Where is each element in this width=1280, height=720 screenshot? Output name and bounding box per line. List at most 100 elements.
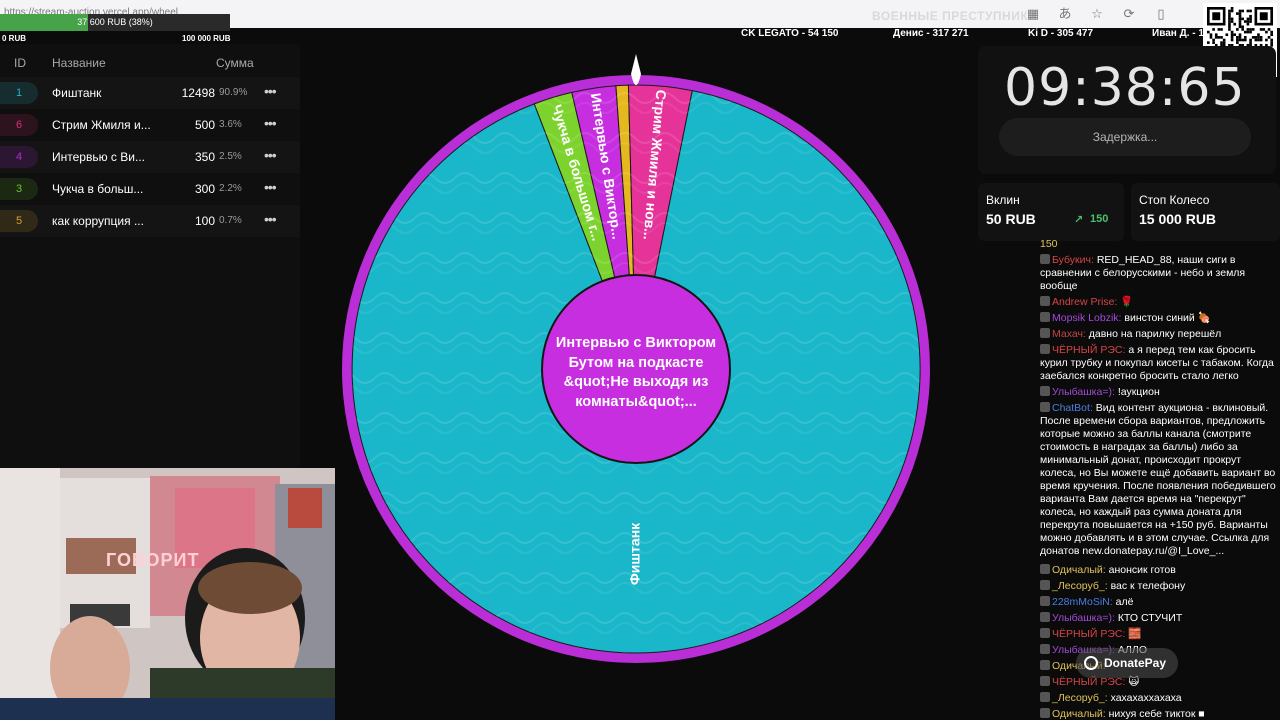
lot-id-badge: 6: [0, 114, 38, 136]
user-badge-icon: [1040, 564, 1050, 574]
chat-message: 150: [1040, 238, 1276, 251]
chat-text: давно на парилку перешёл: [1088, 328, 1222, 340]
progress-label: 37 600 RUB (38%): [77, 17, 153, 27]
user-badge-icon: [1040, 328, 1050, 338]
chat-text: вас к телефону: [1110, 580, 1186, 592]
lot-name: Стрим Жмиля и...: [52, 118, 151, 132]
bookmark-star-icon[interactable]: ☆: [1088, 5, 1106, 23]
lot-sum: 100: [194, 214, 215, 228]
lot-name: Чукча в больш...: [52, 182, 144, 196]
progress-max-label: 100 000 RUB: [182, 34, 231, 43]
more-options-icon[interactable]: •••: [264, 211, 277, 227]
chat-username[interactable]: Одичалый:: [1052, 564, 1109, 576]
lot-id-badge: 4: [0, 146, 38, 168]
chat-message: Бубукич: RED_HEAD_88, наши сиги в сравне…: [1040, 254, 1276, 293]
chat-text: винстон синий 🍖: [1124, 312, 1211, 324]
table-row[interactable]: 4 Интервью с Ви... 350 2.5% •••: [0, 141, 300, 173]
chat-text: !аукцион: [1117, 386, 1160, 398]
chat-username[interactable]: Улыбашка=):: [1052, 386, 1118, 398]
chat-username[interactable]: Одичалый:: [1052, 708, 1109, 720]
webcam-image: [0, 468, 335, 720]
donatepay-icon: [1084, 656, 1098, 670]
table-row[interactable]: 6 Стрим Жмиля и... 500 3.6% •••: [0, 109, 300, 141]
lot-sum: 300: [194, 182, 215, 196]
stop-wheel-value: 15 000 RUB: [1139, 211, 1217, 227]
lot-name: Интервью с Ви...: [52, 150, 145, 164]
chat-username[interactable]: Махач:: [1052, 328, 1089, 340]
table-row[interactable]: 3 Чукча в больш... 300 2.2% •••: [0, 173, 300, 205]
wheel-center-text: Интервью с Виктором Бутом на подкасте &q…: [555, 335, 717, 410]
chat-text: Вид контент аукциона - вклиновый. После …: [1040, 402, 1276, 557]
lot-id-badge: 3: [0, 178, 38, 200]
col-header-id: ID: [14, 56, 26, 70]
lot-sum: 500: [194, 118, 215, 132]
top-donor-4: Иван Д. - 1: [1152, 28, 1204, 39]
webcam-feed: [0, 468, 335, 720]
translate-icon[interactable]: あ: [1056, 5, 1074, 23]
lot-name: как коррупция ...: [52, 214, 144, 228]
chat-username[interactable]: _Лесоруб_:: [1052, 692, 1111, 704]
chat-message: Одичалый: нихуя себе тикток ■: [1040, 708, 1276, 720]
chat-message: Одичалый: анонсик готов: [1040, 564, 1276, 577]
trend-up-icon: ↗: [1074, 214, 1084, 226]
user-badge-icon: [1040, 344, 1050, 354]
user-badge-icon: [1040, 644, 1050, 654]
chat-username[interactable]: ChatBot:: [1052, 402, 1096, 414]
user-badge-icon: [1040, 708, 1050, 718]
chat-text: 🧱: [1128, 628, 1142, 640]
lot-percent: 2.5%: [219, 151, 242, 162]
chat-username[interactable]: Улыбашка=):: [1052, 612, 1118, 624]
chat-username[interactable]: ЧЁРНЫЙ РЭС:: [1052, 344, 1128, 356]
table-row[interactable]: 5 как коррупция ... 100 0.7% •••: [0, 205, 300, 237]
chat-username[interactable]: Mopsik Lobzik:: [1052, 312, 1124, 324]
more-options-icon[interactable]: •••: [264, 179, 277, 195]
lot-percent: 90.9%: [219, 87, 248, 98]
chat-message: ChatBot: Вид контент аукциона - вклиновы…: [1040, 402, 1276, 558]
chat-message: ЧЁРНЫЙ РЭС: 🧱: [1040, 628, 1276, 641]
prize-wheel[interactable]: Чукча в большом г...Интервью с Виктор...…: [335, 38, 975, 670]
bet-label: Вклин: [986, 193, 1020, 207]
more-options-icon[interactable]: •••: [264, 83, 277, 99]
lot-percent: 3.6%: [219, 119, 242, 130]
tab-grid-icon[interactable]: ▦: [1024, 5, 1042, 23]
auction-timer: 09:38:65: [1004, 58, 1246, 118]
chat-text: хахахаххахаха: [1110, 692, 1182, 704]
col-header-name: Название: [52, 56, 106, 70]
chat-username[interactable]: 228mMoSiN:: [1052, 596, 1116, 608]
delay-button[interactable]: Задержка...: [999, 118, 1251, 156]
top-donor-3: Ki D - 305 477: [1028, 28, 1094, 39]
chat-username[interactable]: Andrew Prise:: [1052, 296, 1120, 308]
chat-username[interactable]: Бубукич:: [1052, 254, 1097, 266]
browser-actions: ▦ あ ☆ ⟳ ▯: [1024, 5, 1170, 23]
lot-percent: 0.7%: [219, 215, 242, 226]
chat-username[interactable]: _Лесоруб_:: [1052, 580, 1111, 592]
extension-icon[interactable]: ⟳: [1120, 5, 1138, 23]
chat-text: нихуя себе тикток ■: [1108, 708, 1205, 720]
user-badge-icon: [1040, 312, 1050, 322]
chat-message: Махач: давно на парилку перешёл: [1040, 328, 1276, 341]
more-options-icon[interactable]: •••: [264, 147, 277, 163]
user-badge-icon: [1040, 596, 1050, 606]
lot-sum: 12498: [181, 86, 215, 100]
chat-text: 🌹: [1120, 296, 1134, 308]
chat-text: алё: [1115, 596, 1134, 608]
chat-username[interactable]: ЧЁРНЫЙ РЭС:: [1052, 628, 1128, 640]
chat-message: Mopsik Lobzik: винстон синий 🍖: [1040, 312, 1276, 325]
user-badge-icon: [1040, 660, 1050, 670]
progress-min-label: 0 RUB: [2, 34, 27, 43]
chat-message: Улыбашка=): !аукцион: [1040, 386, 1276, 399]
user-badge-icon: [1040, 402, 1050, 412]
chat-message: 228mMoSiN: алё: [1040, 596, 1276, 609]
donatepay-badge[interactable]: DonatePay: [1076, 648, 1178, 678]
more-options-icon[interactable]: •••: [264, 115, 277, 131]
lots-table: ID Название Сумма 1 Фиштанк 12498 90.9% …: [0, 44, 300, 474]
user-badge-icon: [1040, 296, 1050, 306]
col-header-sum: Сумма: [216, 56, 254, 70]
lot-sum: 350: [194, 150, 215, 164]
page-title: ВОЕННЫЕ ПРЕСТУПНИКИ: [872, 9, 1038, 23]
chat-text: КТО СТУЧИТ: [1117, 612, 1183, 624]
sidebar-icon[interactable]: ▯: [1152, 5, 1170, 23]
table-row[interactable]: 1 Фиштанк 12498 90.9% •••: [0, 77, 300, 109]
donation-progress-bar: 37 600 RUB (38%): [0, 14, 230, 31]
lot-percent: 2.2%: [219, 183, 242, 194]
